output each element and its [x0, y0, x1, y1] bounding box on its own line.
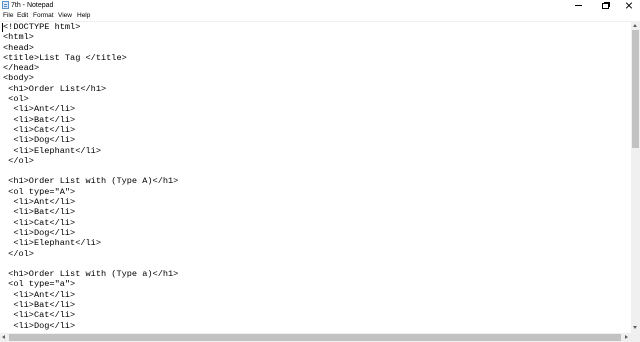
vertical-scroll-thumb[interactable] [632, 30, 639, 148]
close-button[interactable] [617, 0, 640, 11]
editor-text[interactable]: <!DOCTYPE html> <html> <head> <title>Lis… [3, 22, 178, 331]
scroll-right-icon[interactable] [625, 335, 628, 339]
title-bar[interactable]: 7th - Notepad [0, 0, 640, 11]
restore-button[interactable] [594, 0, 618, 11]
notepad-window: 7th - Notepad File Edit Format View Help… [0, 0, 640, 342]
horizontal-scrollbar[interactable] [0, 333, 631, 342]
minimize-button[interactable] [567, 0, 591, 11]
scroll-down-icon[interactable] [633, 326, 637, 329]
menu-view[interactable]: View [58, 11, 72, 21]
menu-help[interactable]: Help [77, 11, 90, 21]
horizontal-scroll-thumb[interactable] [9, 334, 621, 341]
scroll-up-icon[interactable] [633, 24, 637, 27]
menu-bar: File Edit Format View Help [0, 11, 640, 21]
text-caret [2, 23, 3, 32]
menu-file[interactable]: File [3, 11, 13, 21]
text-editor[interactable]: <!DOCTYPE html> <html> <head> <title>Lis… [0, 21, 631, 334]
window-title: 7th - Notepad [11, 2, 54, 9]
scrollbar-corner [631, 333, 640, 342]
notepad-icon [2, 1, 9, 9]
scroll-left-icon[interactable] [2, 335, 5, 339]
vertical-scrollbar[interactable] [631, 21, 640, 333]
menu-format[interactable]: Format [33, 11, 54, 21]
menu-edit[interactable]: Edit [17, 11, 28, 21]
